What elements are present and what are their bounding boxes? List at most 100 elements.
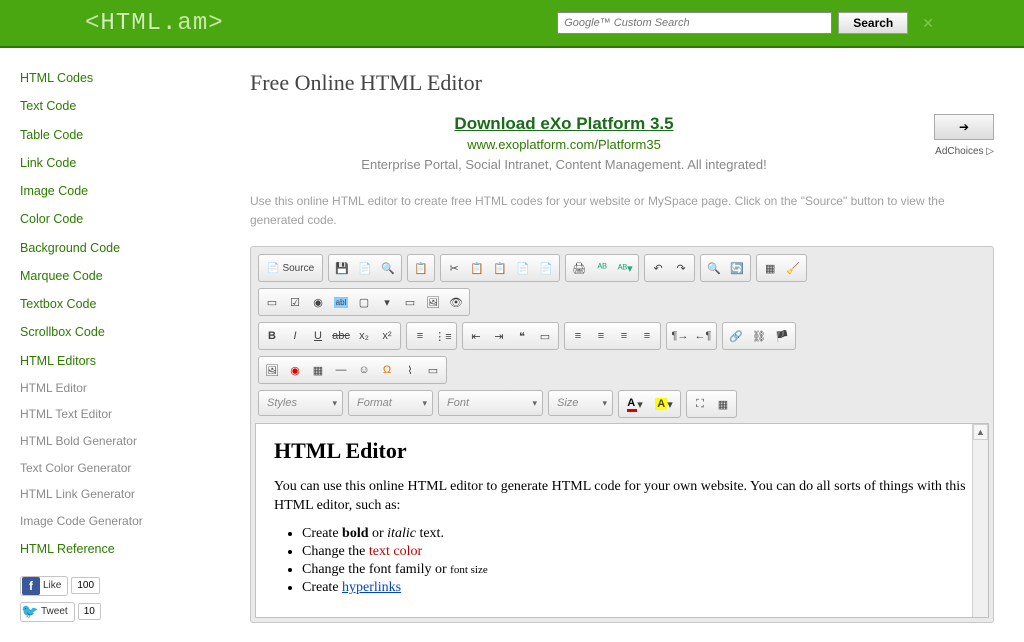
maximize-button[interactable]: ⛶ bbox=[689, 393, 711, 415]
html-editor: 📄Source 💾 📄 🔍 📋 ✂ 📋 📋 📄 📄 bbox=[250, 246, 994, 623]
image-button[interactable]: 🖼 bbox=[261, 359, 283, 381]
select-all-button[interactable]: ▦ bbox=[759, 257, 781, 279]
nav-html-reference[interactable]: HTML Reference bbox=[20, 541, 200, 557]
textarea-button[interactable]: ▢ bbox=[353, 291, 375, 313]
search-input[interactable] bbox=[557, 12, 832, 34]
nav-textbox-code[interactable]: Textbox Code bbox=[20, 296, 200, 312]
indent-button[interactable]: ⇥ bbox=[488, 325, 510, 347]
nav-table-code[interactable]: Table Code bbox=[20, 127, 200, 143]
preview-button[interactable]: 🔍 bbox=[377, 257, 399, 279]
nav-color-code[interactable]: Color Code bbox=[20, 211, 200, 227]
paste-button[interactable]: 📋 bbox=[489, 257, 511, 279]
nav-image-generator[interactable]: Image Code Generator bbox=[20, 514, 200, 530]
imagebutton-button[interactable]: 🖼 bbox=[422, 291, 444, 313]
anchor-button[interactable]: 🏴 bbox=[771, 325, 793, 347]
pagebreak-button[interactable]: ⌇ bbox=[399, 359, 421, 381]
nav-text-code[interactable]: Text Code bbox=[20, 98, 200, 114]
adchoices-label[interactable]: AdChoices ▷ bbox=[894, 146, 994, 157]
justify-button[interactable]: ≡ bbox=[636, 325, 658, 347]
subscript-button[interactable]: x₂ bbox=[353, 325, 375, 347]
align-left-button[interactable]: ≡ bbox=[567, 325, 589, 347]
nav-link-code[interactable]: Link Code bbox=[20, 155, 200, 171]
flash-button[interactable]: ◉ bbox=[284, 359, 306, 381]
select-button[interactable]: ▾ bbox=[376, 291, 398, 313]
ad-title-link[interactable]: Download eXo Platform 3.5 bbox=[454, 114, 673, 133]
tweet-button[interactable]: 🐦 Tweet bbox=[20, 602, 75, 622]
hr-button[interactable]: — bbox=[330, 359, 352, 381]
bg-color-button[interactable]: A▾ bbox=[650, 393, 678, 415]
editor-content[interactable]: HTML Editor You can use this online HTML… bbox=[255, 423, 989, 618]
new-page-button[interactable]: 📄 bbox=[354, 257, 376, 279]
italic-button[interactable]: I bbox=[284, 325, 306, 347]
ad-block: Download eXo Platform 3.5 www.exoplatfor… bbox=[250, 114, 994, 172]
nav-html-editor[interactable]: HTML Editor bbox=[20, 381, 200, 397]
nav-bold-generator[interactable]: HTML Bold Generator bbox=[20, 434, 200, 450]
close-icon[interactable]: ✕ bbox=[922, 15, 934, 32]
format-dropdown[interactable]: Format bbox=[348, 390, 433, 416]
rtl-button[interactable]: ←¶ bbox=[692, 325, 714, 347]
textfield-button[interactable]: abl bbox=[330, 291, 352, 313]
table-button[interactable]: ▦ bbox=[307, 359, 329, 381]
ad-next-button[interactable]: ➔ bbox=[934, 114, 994, 140]
link-button[interactable]: 🔗 bbox=[725, 325, 747, 347]
print-button[interactable]: 🖨 bbox=[568, 257, 590, 279]
nav-image-code[interactable]: Image Code bbox=[20, 183, 200, 199]
superscript-button[interactable]: x² bbox=[376, 325, 398, 347]
undo-button[interactable]: ↶ bbox=[647, 257, 669, 279]
font-dropdown[interactable]: Font bbox=[438, 390, 543, 416]
redo-button[interactable]: ↷ bbox=[670, 257, 692, 279]
replace-button[interactable]: 🔄 bbox=[726, 257, 748, 279]
blockquote-button[interactable]: ❝ bbox=[511, 325, 533, 347]
spellcheck-button[interactable]: ᴬᴮ bbox=[591, 257, 613, 279]
remove-format-button[interactable]: 🧹 bbox=[782, 257, 804, 279]
search-button[interactable]: Search bbox=[838, 12, 908, 34]
facebook-like-button[interactable]: f Like bbox=[20, 576, 68, 596]
radio-button[interactable]: ◉ bbox=[307, 291, 329, 313]
cut-button[interactable]: ✂ bbox=[443, 257, 465, 279]
strike-button[interactable]: abc bbox=[330, 325, 352, 347]
scrollbar[interactable]: ▲ bbox=[972, 424, 988, 617]
bullet-list-button[interactable]: ⋮≡ bbox=[432, 325, 454, 347]
find-button[interactable]: 🔍 bbox=[703, 257, 725, 279]
button-button[interactable]: ▭ bbox=[399, 291, 421, 313]
numbered-list-button[interactable]: ≡ bbox=[409, 325, 431, 347]
scayt-button[interactable]: ᴬᴮ▾ bbox=[614, 257, 636, 279]
text-color-button[interactable]: A▾ bbox=[621, 393, 649, 415]
checkbox-button[interactable]: ☑ bbox=[284, 291, 306, 313]
nav-link-generator[interactable]: HTML Link Generator bbox=[20, 487, 200, 503]
align-right-button[interactable]: ≡ bbox=[613, 325, 635, 347]
copy-button[interactable]: 📋 bbox=[466, 257, 488, 279]
nav-background-code[interactable]: Background Code bbox=[20, 240, 200, 256]
styles-dropdown[interactable]: Styles bbox=[258, 390, 343, 416]
form-button[interactable]: ▭ bbox=[261, 291, 283, 313]
templates-button[interactable]: 📋 bbox=[410, 257, 432, 279]
toolbar-row-4: 🖼 ◉ ▦ — ☺ Ω ⌇ ▭ bbox=[255, 353, 989, 387]
nav-text-color-generator[interactable]: Text Color Generator bbox=[20, 461, 200, 477]
iframe-button[interactable]: ▭ bbox=[422, 359, 444, 381]
nav-html-text-editor[interactable]: HTML Text Editor bbox=[20, 407, 200, 423]
bold-button[interactable]: B bbox=[261, 325, 283, 347]
site-logo[interactable]: <HTML.am> bbox=[85, 10, 224, 37]
specialchar-button[interactable]: Ω bbox=[376, 359, 398, 381]
div-button[interactable]: ▭ bbox=[534, 325, 556, 347]
underline-button[interactable]: U bbox=[307, 325, 329, 347]
outdent-button[interactable]: ⇤ bbox=[465, 325, 487, 347]
align-center-button[interactable]: ≡ bbox=[590, 325, 612, 347]
size-dropdown[interactable]: Size bbox=[548, 390, 613, 416]
paste-text-button[interactable]: 📄 bbox=[512, 257, 534, 279]
nav-marquee-code[interactable]: Marquee Code bbox=[20, 268, 200, 284]
text-color-icon: A bbox=[627, 397, 637, 412]
nav-scrollbox-code[interactable]: Scrollbox Code bbox=[20, 324, 200, 340]
unlink-button[interactable]: ⛓ bbox=[748, 325, 770, 347]
nav-html-codes[interactable]: HTML Codes bbox=[20, 70, 200, 86]
scroll-up-icon[interactable]: ▲ bbox=[973, 424, 988, 440]
pagebreak-icon: ⌇ bbox=[407, 364, 412, 377]
ltr-button[interactable]: ¶→ bbox=[669, 325, 691, 347]
hidden-button[interactable]: 👁 bbox=[445, 291, 467, 313]
paste-word-button[interactable]: 📄 bbox=[535, 257, 557, 279]
source-button[interactable]: 📄Source bbox=[261, 257, 320, 279]
save-button[interactable]: 💾 bbox=[331, 257, 353, 279]
smiley-button[interactable]: ☺ bbox=[353, 359, 375, 381]
nav-html-editors[interactable]: HTML Editors bbox=[20, 353, 200, 369]
show-blocks-button[interactable]: ▦ bbox=[712, 393, 734, 415]
